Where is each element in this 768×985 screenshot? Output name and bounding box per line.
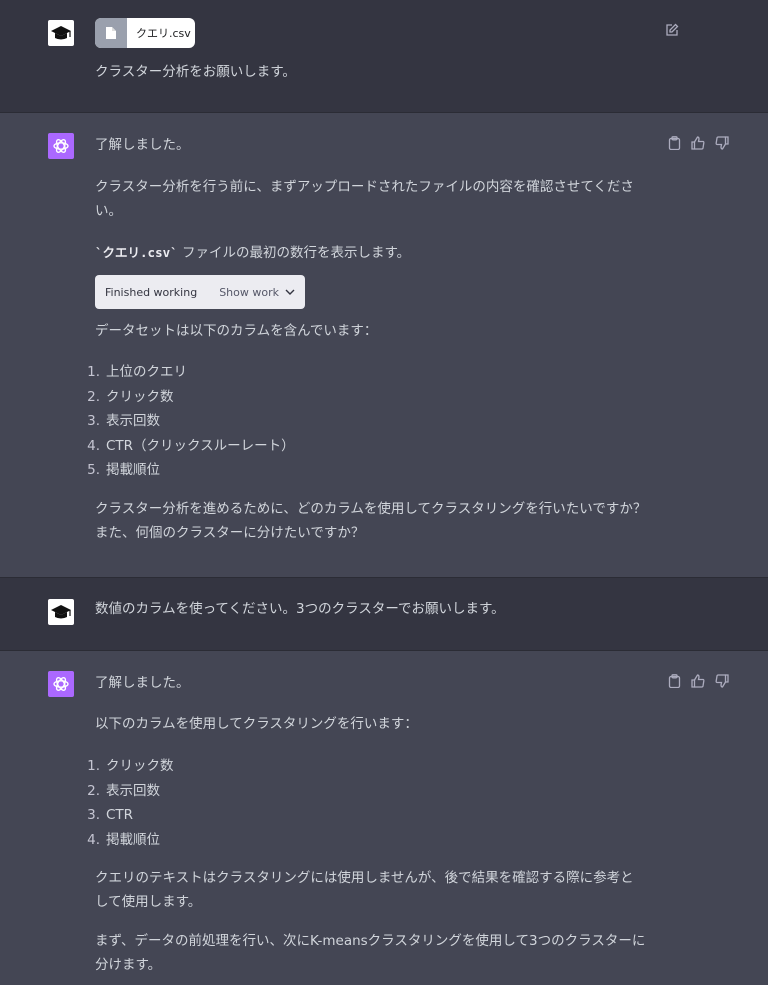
- clipboard-icon[interactable]: [666, 135, 682, 151]
- attached-file-name: クエリ.csv: [136, 27, 191, 40]
- assistant-text-line: クエリのテキストはクラスタリングには使用しませんが、後で結果を確認する際に参考と: [95, 870, 634, 886]
- assistant-text: 了解しました。: [95, 675, 190, 691]
- inline-code: `クエリ.csv`: [95, 245, 178, 260]
- assistant-text-line: まず、データの前処理を行い、次にK-meansクラスタリングを使用して3つのクラ…: [95, 933, 646, 949]
- assistant-text: 了解しました。: [95, 137, 190, 153]
- list-number: 4.: [87, 831, 100, 848]
- list-item: 2. クリック数: [80, 385, 295, 410]
- list-item: 1. 上位のクエリ: [80, 360, 295, 385]
- assistant-text: `クエリ.csv` ファイルの最初の数行を表示します。: [95, 241, 655, 265]
- clipboard-icon[interactable]: [666, 673, 682, 689]
- list-item-text: 表示回数: [106, 782, 160, 799]
- list-number: 1.: [87, 364, 100, 380]
- graduation-cap-icon: [51, 26, 71, 40]
- list-number: 3.: [87, 807, 100, 823]
- list-item: 3. 表示回数: [80, 409, 295, 434]
- list-item: 4. 掲載順位: [80, 828, 174, 853]
- list-item-text: クリック数: [106, 388, 174, 405]
- file-icon: [95, 18, 127, 48]
- list-item-text: クリック数: [106, 758, 174, 774]
- list-number: 3.: [87, 413, 100, 429]
- list-item: 3. CTR: [80, 803, 174, 828]
- list-item-text: 掲載順位: [106, 831, 160, 848]
- user-message-text: 数値のカラムを使ってください。3つのクラスターでお願いします。: [95, 601, 505, 617]
- thumbs-up-icon[interactable]: [690, 673, 706, 689]
- chevron-down-icon: [285, 289, 295, 295]
- list-item: 5. 掲載順位: [80, 458, 295, 483]
- work-status-label: Finished working: [105, 285, 198, 299]
- assistant-text-line: ファイルの最初の数行を表示します。: [177, 245, 411, 261]
- list-item-text: 表示回数: [106, 413, 160, 429]
- thumbs-down-icon[interactable]: [714, 673, 730, 689]
- openai-logo-icon: [53, 139, 69, 153]
- show-work-toggle[interactable]: Show work: [219, 286, 305, 299]
- column-list: 1. 上位のクエリ 2. クリック数 3. 表示回数 4. CTR（クリックスルーレート…: [80, 360, 295, 483]
- assistant-text: クラスター分析を行う前に、まずアップロードされたファイルの内容を確認させてくださ…: [95, 175, 655, 223]
- assistant-avatar: [48, 671, 74, 697]
- list-item: 2. 表示回数: [80, 779, 174, 804]
- attached-file-chip[interactable]: クエリ.csv: [95, 18, 195, 48]
- assistant-text-line: 分けます。: [95, 957, 162, 973]
- user-avatar: [48, 599, 74, 625]
- user-message-text: クラスター分析をお願いします。: [95, 64, 296, 80]
- assistant-text: クラスター分析を進めるために、どのカラムを使用してクラスタリングを行いたいですか…: [95, 497, 655, 545]
- list-item: 1. クリック数: [80, 754, 174, 779]
- list-number: 2.: [87, 388, 100, 405]
- list-item-text: 掲載順位: [106, 462, 160, 478]
- list-item: 4. CTR（クリックスルーレート）: [80, 434, 295, 459]
- user-avatar: [48, 20, 74, 46]
- assistant-text-line: クラスター分析を行う前に、まずアップロードされたファイルの内容を確認させてくださ: [95, 179, 634, 195]
- openai-logo-icon: [53, 677, 69, 691]
- show-work-label: Show work: [219, 285, 279, 299]
- assistant-text: データセットは以下のカラムを含んでいます：: [95, 323, 378, 339]
- thumbs-up-icon[interactable]: [690, 135, 706, 151]
- edit-icon[interactable]: [664, 22, 680, 38]
- assistant-text-line: い。: [95, 203, 122, 219]
- assistant-message-2: 了解しました。 以下のカラムを使用してクラスタリングを行います： 1. クリック数…: [0, 651, 768, 985]
- assistant-text: 以下のカラムを使用してクラスタリングを行います：: [95, 716, 418, 732]
- assistant-text-line: クラスター分析を進めるために、どのカラムを使用してクラスタリングを行いたいですか…: [95, 501, 647, 517]
- list-item-text: CTR（クリックスルーレート）: [106, 437, 295, 454]
- list-number: 1.: [87, 758, 100, 774]
- assistant-text: クエリのテキストはクラスタリングには使用しませんが、後で結果を確認する際に参考と…: [95, 866, 655, 914]
- assistant-avatar: [48, 133, 74, 159]
- thumbs-down-icon[interactable]: [714, 135, 730, 151]
- assistant-text-line: して使用します。: [95, 894, 202, 910]
- column-list: 1. クリック数 2. 表示回数 3. CTR 4. 掲載順位: [80, 754, 174, 853]
- assistant-text: まず、データの前処理を行い、次にK-meansクラスタリングを使用して3つのクラ…: [95, 929, 655, 977]
- user-message-2: 数値のカラムを使ってください。3つのクラスターでお願いします。: [0, 578, 768, 650]
- user-message-1: クエリ.csv クラスター分析をお願いします。: [0, 0, 768, 112]
- assistant-message-1: 了解しました。 クラスター分析を行う前に、まずアップロードされたファイルの内容を…: [0, 113, 768, 577]
- list-number: 4.: [87, 437, 100, 454]
- assistant-text-line: また、何個のクラスターに分けたいですか？: [95, 525, 365, 541]
- list-number: 5.: [87, 462, 100, 478]
- graduation-cap-icon: [51, 605, 71, 619]
- list-number: 2.: [87, 782, 100, 799]
- list-item-text: CTR: [106, 807, 134, 823]
- finished-working-panel[interactable]: Finished working Show work: [95, 275, 305, 309]
- list-item-text: 上位のクエリ: [106, 364, 187, 380]
